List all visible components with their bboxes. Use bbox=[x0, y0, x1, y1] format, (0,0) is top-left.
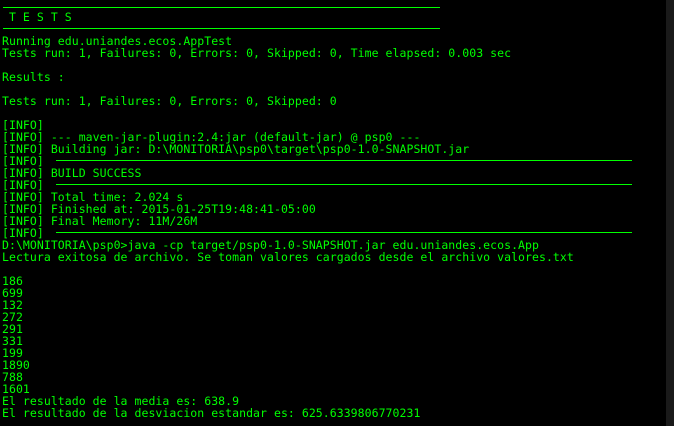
separator-rule bbox=[3, 7, 440, 8]
separator-rule bbox=[56, 232, 632, 233]
console-line: El resultado de la desviacion estandar e… bbox=[2, 406, 421, 420]
console-line: [INFO] Building jar: D:\MONITORIA\psp0\t… bbox=[2, 142, 470, 156]
console-line: Results : bbox=[2, 70, 65, 84]
vertical-scrollbar[interactable] bbox=[666, 0, 674, 426]
console-line: Tests run: 1, Failures: 0, Errors: 0, Sk… bbox=[2, 94, 337, 108]
separator-rule bbox=[56, 160, 632, 161]
console-line: Tests run: 1, Failures: 0, Errors: 0, Sk… bbox=[2, 46, 512, 60]
console-line: Lectura exitosa de archivo. Se toman val… bbox=[2, 250, 574, 264]
console-line: T E S T S bbox=[2, 10, 72, 24]
console-window[interactable]: T E S T S Running edu.uniandes.ecos.AppT… bbox=[0, 0, 666, 426]
separator-rule bbox=[56, 184, 632, 185]
separator-rule bbox=[3, 28, 440, 29]
